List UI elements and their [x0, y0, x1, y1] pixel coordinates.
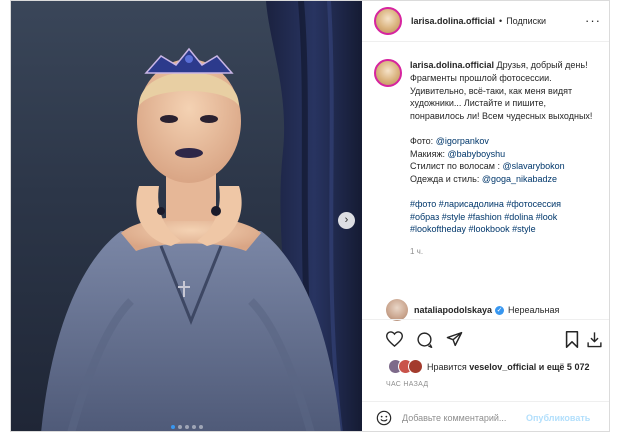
credit-link[interactable]: @slavarybokon	[502, 161, 564, 171]
caption-time[interactable]: 1 ч.	[410, 246, 599, 257]
credit-label: Стилист по волосам :	[410, 161, 503, 172]
comment-icon[interactable]	[414, 329, 434, 349]
comment-row: nataliapodolskaya ✓ Нереальная	[386, 299, 559, 321]
post-header: larisa.dolina.official • Подписки ···	[362, 1, 609, 42]
carousel-dot	[177, 425, 182, 429]
carousel-indicator	[11, 425, 362, 429]
caption-avatar[interactable]	[374, 59, 402, 87]
carousel-dot	[170, 425, 175, 429]
carousel-dot	[191, 425, 196, 429]
author-username[interactable]: larisa.dolina.official	[411, 16, 495, 26]
credit-label: Макияж:	[410, 148, 448, 159]
following-button[interactable]: Подписки	[506, 16, 546, 26]
likes-prefix: Нравится	[427, 361, 467, 372]
heart-icon[interactable]	[384, 329, 404, 349]
likes-count[interactable]: и ещё 5 072	[539, 362, 590, 372]
credit-label: Фото:	[410, 135, 436, 146]
add-comment-bar: Опубликовать	[362, 401, 609, 431]
instagram-post: › larisa.dolina.official • Подписки ··· …	[10, 0, 610, 432]
verified-badge-icon: ✓	[495, 305, 505, 315]
post-details-panel: larisa.dolina.official • Подписки ··· la…	[362, 1, 609, 431]
comment-text: Нереальная	[508, 305, 560, 315]
caption-username[interactable]: larisa.dolina.official	[410, 60, 494, 70]
commenter-username[interactable]: nataliapodolskaya	[414, 305, 492, 315]
post-photo[interactable]: ›	[11, 1, 362, 431]
save-icon[interactable]	[562, 329, 582, 349]
emoji-icon[interactable]	[376, 410, 392, 426]
publish-button[interactable]: Опубликовать	[526, 413, 590, 423]
carousel-dot	[198, 425, 203, 429]
liker-avatar[interactable]	[408, 359, 423, 374]
comment-input[interactable]	[402, 413, 520, 423]
post-timestamp[interactable]: ЧАС НАЗАД	[386, 381, 428, 388]
author-avatar[interactable]	[374, 7, 402, 35]
more-options-icon[interactable]: ···	[585, 13, 601, 28]
header-separator: •	[499, 16, 503, 26]
download-icon[interactable]	[584, 329, 604, 349]
credit-link[interactable]: @goga_nikabadze	[482, 174, 557, 184]
post-caption: larisa.dolina.official Друзья, добрый де…	[374, 59, 599, 258]
likes-user[interactable]: veselov_official	[469, 362, 536, 372]
portrait-illustration	[41, 1, 362, 431]
commenter-avatar[interactable]	[386, 299, 408, 321]
hashtags[interactable]: #lookoftheday #lookbook #style	[410, 224, 536, 234]
carousel-next-button[interactable]: ›	[338, 212, 355, 229]
credit-label: Одежда и стиль:	[410, 174, 482, 185]
hashtags[interactable]: #фото #ларисадолина #фотосессия	[410, 199, 561, 209]
credit-link[interactable]: @igorpankov	[436, 136, 489, 146]
likes-summary: Нравится veselov_official и ещё 5 072	[388, 359, 589, 374]
hashtags[interactable]: #образ #style #fashion #dolina #look	[410, 212, 557, 222]
action-bar	[362, 319, 609, 360]
carousel-dot	[184, 425, 189, 429]
share-icon[interactable]	[444, 329, 464, 349]
credit-link[interactable]: @babyboyshu	[447, 149, 505, 159]
